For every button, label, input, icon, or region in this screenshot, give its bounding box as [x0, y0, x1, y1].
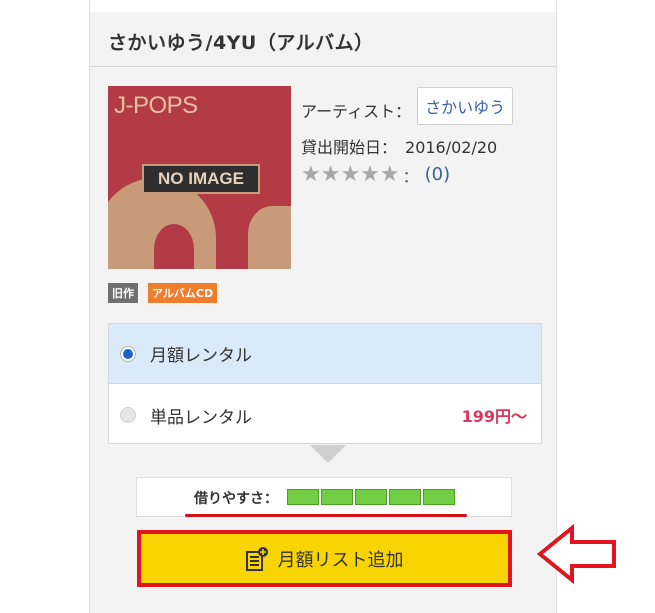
jacket-shape: [248, 206, 291, 269]
pointer-triangle-icon: [310, 445, 346, 463]
red-underline-annotation: [185, 514, 467, 517]
rental-options: 月額レンタル 単品レンタル 199円〜: [108, 323, 542, 444]
release-date-row: 貸出開始日： 2016/02/20: [301, 134, 497, 158]
rating-separator: ：: [402, 166, 419, 186]
rental-ease-label: 借りやすさ：: [194, 491, 278, 507]
single-rental-price: 199円〜: [461, 407, 527, 426]
radio-unselected-icon[interactable]: [120, 407, 136, 423]
top-strip: [90, 0, 556, 12]
rental-ease-bars: [287, 489, 455, 505]
old-release-badge: 旧作: [108, 283, 138, 303]
star-icon: ★★★★★: [301, 162, 400, 187]
page-title: さかいゆう/4YU（アルバム）: [108, 32, 374, 54]
rental-ease-segment: [287, 489, 319, 505]
release-date-value: 2016/02/20: [405, 138, 498, 157]
rental-ease-meter: 借りやすさ：: [136, 477, 512, 517]
rating-count-link[interactable]: (0): [425, 164, 451, 185]
monthly-rental-label: 月額レンタル: [150, 346, 252, 366]
artist-label: アーティスト：: [301, 102, 412, 121]
rental-ease-segment: [389, 489, 421, 505]
single-rental-option[interactable]: 単品レンタル 199円〜: [109, 385, 541, 445]
artist-link-button[interactable]: さかいゆう: [417, 87, 514, 125]
jacket-genre-label: J-POPS: [114, 92, 198, 119]
left-arrow-icon: [536, 524, 616, 584]
product-panel: さかいゆう/4YU（アルバム） J-POPS NO IMAGE アーティスト： …: [89, 0, 557, 613]
rental-ease-segment: [321, 489, 353, 505]
badges: 旧作 アルバムCD: [108, 283, 218, 303]
album-cd-badge: アルバムCD: [148, 283, 218, 303]
title-divider: [90, 66, 556, 67]
no-image-label: NO IMAGE: [142, 164, 260, 194]
artist-row: アーティスト： さかいゆう: [301, 87, 514, 125]
radio-selected-icon[interactable]: [120, 345, 136, 362]
rental-ease-segment: [355, 489, 387, 505]
album-jacket-image: J-POPS NO IMAGE: [108, 86, 291, 269]
rating-row: ★★★★★ ： (0): [301, 162, 450, 187]
list-add-icon: [245, 546, 268, 571]
add-to-monthly-list-label: 月額リスト追加: [277, 549, 404, 571]
single-rental-label: 単品レンタル: [150, 407, 252, 428]
jacket-shape: [154, 224, 194, 269]
add-to-monthly-list-button[interactable]: 月額リスト追加: [137, 530, 512, 587]
release-date-label: 貸出開始日：: [301, 138, 398, 157]
rental-ease-segment: [423, 489, 455, 505]
monthly-rental-option[interactable]: 月額レンタル: [109, 324, 541, 384]
